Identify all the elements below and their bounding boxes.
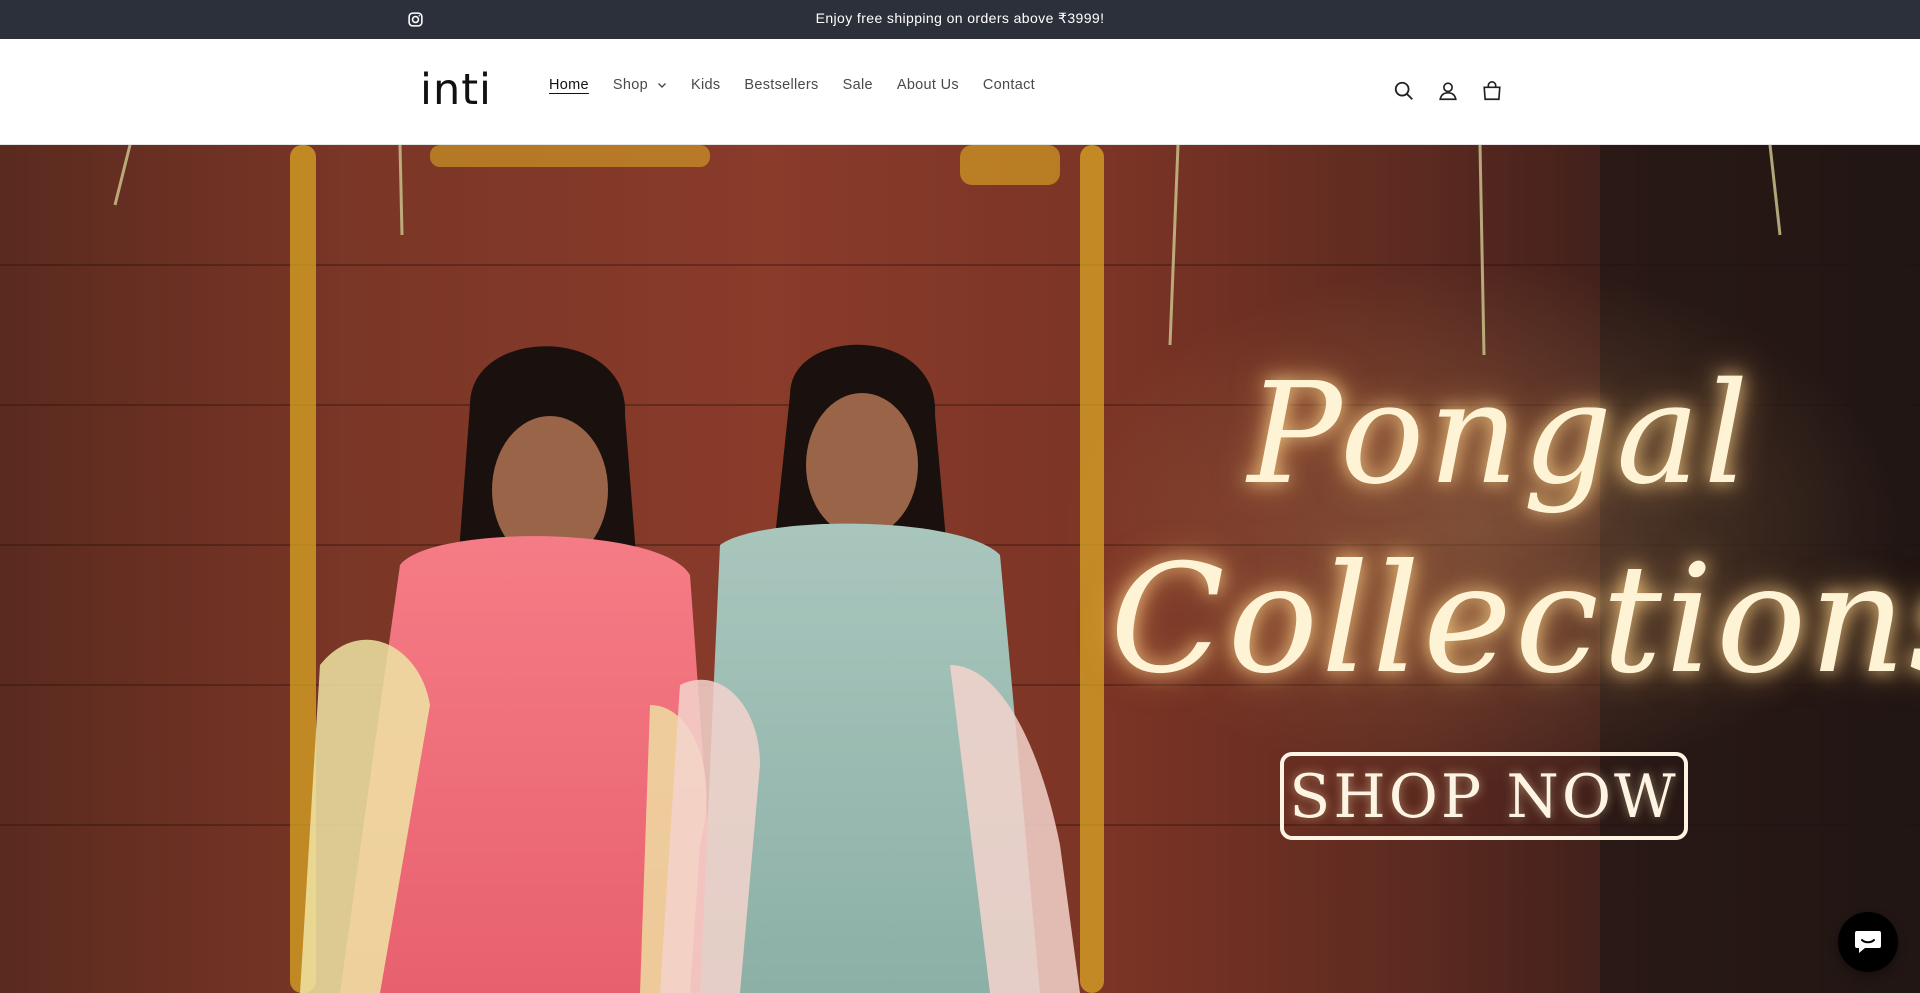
nav-home[interactable]: Home: [549, 77, 589, 93]
hero-banner[interactable]: Pongal Collections SHOP NOW: [0, 145, 1920, 993]
search-icon[interactable]: [1393, 80, 1415, 102]
nav-shop[interactable]: Shop: [613, 77, 667, 93]
nav-bestsellers[interactable]: Bestsellers: [744, 77, 818, 93]
chat-widget-button[interactable]: [1838, 912, 1898, 972]
nav-about-us[interactable]: About Us: [897, 77, 959, 93]
announcement-bar: Enjoy free shipping on orders above ₹399…: [0, 0, 1920, 39]
hero-title-line2: Collections: [1110, 533, 1920, 707]
site-header: inti Home Shop Kids Bestsellers Sale Abo…: [0, 39, 1920, 145]
announcement-message: Enjoy free shipping on orders above ₹399…: [815, 10, 1105, 26]
hero-title-line1: Pongal: [1247, 353, 1753, 516]
site-logo[interactable]: inti: [420, 65, 492, 115]
nav-contact[interactable]: Contact: [983, 77, 1035, 93]
nav-sale[interactable]: Sale: [843, 77, 873, 93]
nav-kids[interactable]: Kids: [691, 77, 720, 93]
chat-icon: [1855, 931, 1881, 953]
main-nav: Home Shop Kids Bestsellers Sale About Us…: [549, 77, 1059, 93]
hero-title: Pongal Collections: [1110, 345, 1920, 715]
header-icons: [1393, 80, 1525, 102]
shop-now-button[interactable]: SHOP NOW: [1280, 752, 1688, 840]
chevron-down-icon: [657, 83, 666, 88]
account-icon[interactable]: [1437, 80, 1459, 102]
nav-shop-label: Shop: [612, 77, 648, 93]
cart-icon[interactable]: [1481, 80, 1503, 102]
